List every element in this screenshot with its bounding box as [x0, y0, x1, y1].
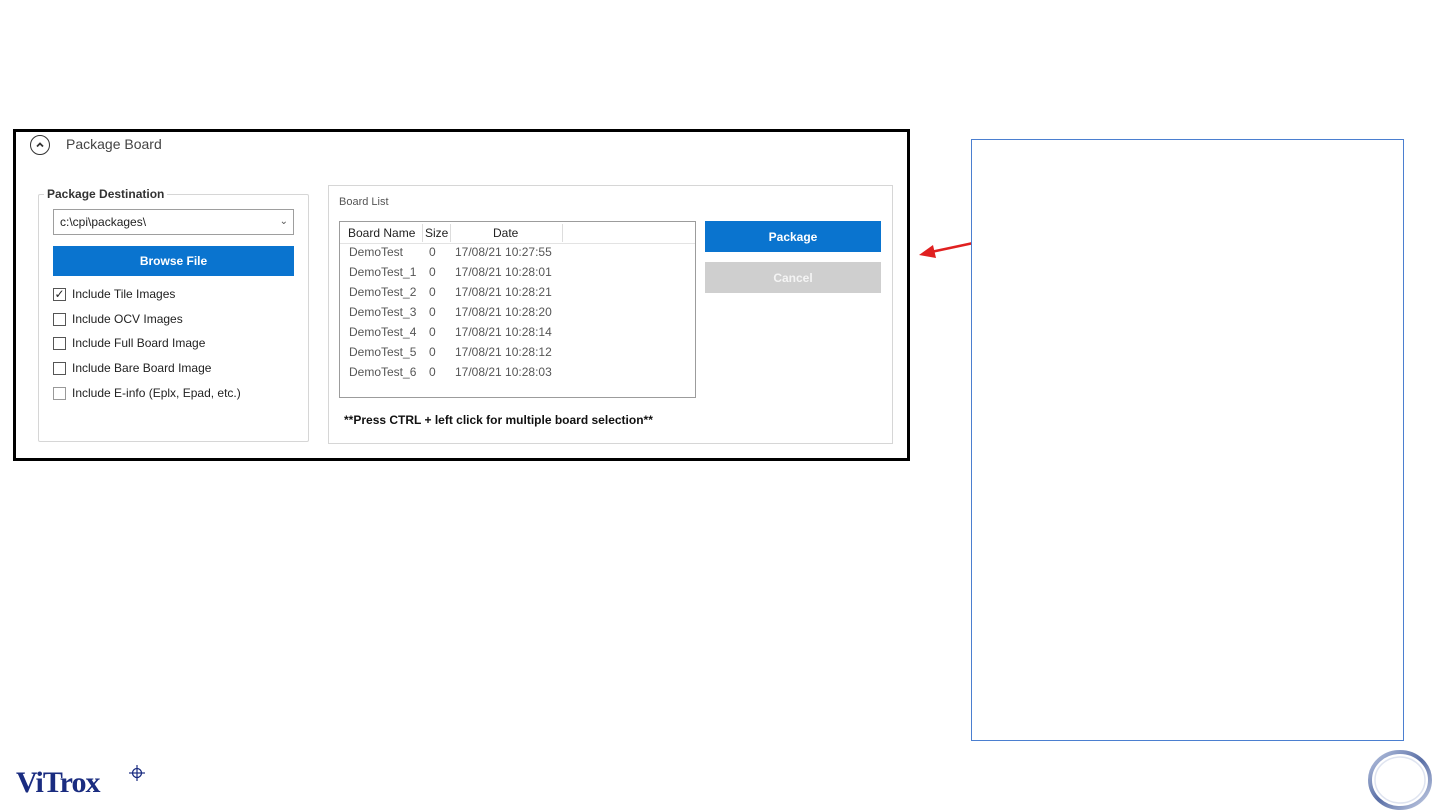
include-bare-board-image-checkbox[interactable] [53, 361, 66, 375]
include-e-info-option[interactable]: Include E-info (Eplx, Epad, etc.) [53, 384, 241, 402]
board-name-cell: DemoTest_6 [349, 365, 417, 379]
chevron-down-icon: ⌄ [279, 216, 288, 227]
column-header-date[interactable]: Date [493, 224, 518, 242]
board-name-cell: DemoTest_1 [349, 265, 417, 279]
logo-crosshair-icon [129, 765, 145, 781]
package-destination-group: Package Destination c:\cpi\packages\ ⌄ B… [38, 187, 309, 442]
page-circle-icon [1368, 750, 1432, 810]
board-name-cell: DemoTest_2 [349, 285, 417, 299]
destination-path-select[interactable]: c:\cpi\packages\ ⌄ [53, 209, 294, 235]
table-row[interactable]: DemoTest_3 0 17/08/21 10:28:20 [340, 303, 695, 323]
board-name-cell: DemoTest_3 [349, 305, 417, 319]
column-divider [562, 224, 563, 242]
collapse-chevron-up-icon[interactable] [30, 135, 50, 155]
date-cell: 17/08/21 10:28:12 [455, 345, 552, 359]
column-divider [450, 224, 451, 242]
include-e-info-checkbox[interactable] [53, 386, 66, 400]
date-cell: 17/08/21 10:28:14 [455, 325, 552, 339]
board-name-cell: DemoTest [349, 245, 404, 259]
size-cell: 0 [429, 325, 436, 339]
table-row[interactable]: DemoTest_6 0 17/08/21 10:28:03 [340, 363, 695, 383]
include-full-board-image-option[interactable]: Include Full Board Image [53, 334, 205, 352]
size-cell: 0 [429, 265, 436, 279]
note-box [971, 139, 1404, 741]
date-cell: 17/08/21 10:28:20 [455, 305, 552, 319]
size-cell: 0 [429, 365, 436, 379]
package-destination-label: Package Destination [44, 187, 168, 201]
include-full-board-image-label: Include Full Board Image [72, 336, 206, 350]
package-button[interactable]: Package [705, 221, 881, 252]
table-row[interactable]: DemoTest_2 0 17/08/21 10:28:21 [340, 283, 695, 303]
include-full-board-image-checkbox[interactable] [53, 336, 66, 350]
size-cell: 0 [429, 245, 436, 259]
include-tile-images-option[interactable]: ✓ Include Tile Images [53, 285, 175, 303]
panel-title: Package Board [66, 136, 162, 152]
column-header-size[interactable]: Size [425, 224, 448, 242]
include-tile-images-checkbox[interactable]: ✓ [53, 287, 66, 301]
include-ocv-images-checkbox[interactable] [53, 312, 66, 326]
board-list-group: Board List Board Name Size Date DemoTest… [328, 185, 893, 444]
multi-select-hint: **Press CTRL + left click for multiple b… [344, 413, 653, 427]
vitrox-logo: ViTrox [16, 766, 100, 799]
board-list-label: Board List [339, 196, 389, 208]
include-tile-images-label: Include Tile Images [72, 287, 176, 301]
table-row[interactable]: DemoTest_4 0 17/08/21 10:28:14 [340, 323, 695, 343]
include-e-info-label: Include E-info (Eplx, Epad, etc.) [72, 386, 241, 400]
column-divider [422, 224, 423, 242]
size-cell: 0 [429, 345, 436, 359]
size-cell: 0 [429, 305, 436, 319]
include-bare-board-image-label: Include Bare Board Image [72, 361, 212, 375]
table-row[interactable]: DemoTest 0 17/08/21 10:27:55 [340, 243, 695, 263]
table-row[interactable]: DemoTest_5 0 17/08/21 10:28:12 [340, 343, 695, 363]
destination-path-value: c:\cpi\packages\ [60, 215, 147, 229]
package-board-panel: Package Board Package Destination c:\cpi… [13, 129, 910, 461]
date-cell: 17/08/21 10:28:01 [455, 265, 552, 279]
column-header-board-name[interactable]: Board Name [348, 224, 415, 242]
date-cell: 17/08/21 10:28:03 [455, 365, 552, 379]
cancel-button[interactable]: Cancel [705, 262, 881, 293]
date-cell: 17/08/21 10:28:21 [455, 285, 552, 299]
size-cell: 0 [429, 285, 436, 299]
include-ocv-images-label: Include OCV Images [72, 312, 183, 326]
include-ocv-images-option[interactable]: Include OCV Images [53, 310, 183, 328]
table-row[interactable]: DemoTest_1 0 17/08/21 10:28:01 [340, 263, 695, 283]
board-name-cell: DemoTest_5 [349, 345, 417, 359]
date-cell: 17/08/21 10:27:55 [455, 245, 552, 259]
board-list-table[interactable]: Board Name Size Date DemoTest 0 17/08/21… [339, 221, 696, 398]
browse-file-button[interactable]: Browse File [53, 246, 294, 276]
include-bare-board-image-option[interactable]: Include Bare Board Image [53, 359, 211, 377]
board-name-cell: DemoTest_4 [349, 325, 417, 339]
